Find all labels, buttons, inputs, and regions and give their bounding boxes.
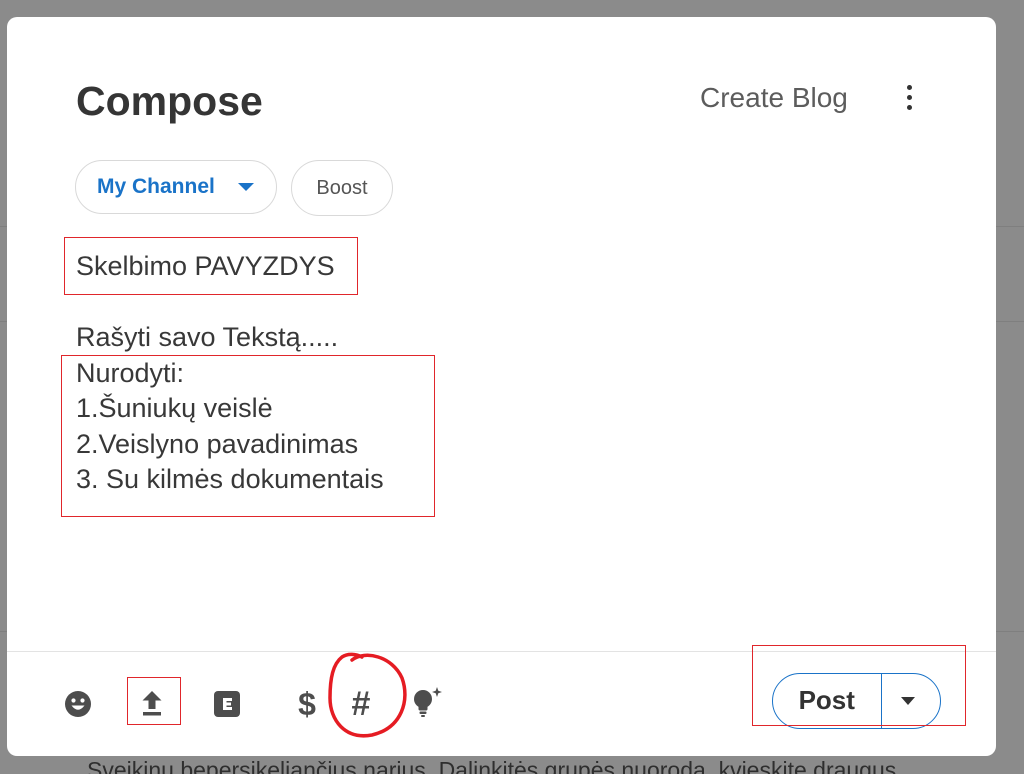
channel-selector-value: My Channel [97,175,215,198]
emoji-button[interactable] [64,690,92,718]
caret-down-icon [238,183,254,191]
more-options-button[interactable] [897,81,921,113]
post-button[interactable]: Post [773,674,881,728]
post-body-line: 3. Su kilmės dokumentais [76,464,384,494]
lightbulb-sparkle-icon [414,687,442,717]
embed-button[interactable] [214,691,240,717]
post-options-button[interactable] [880,674,941,728]
more-vertical-icon-dot [906,104,912,110]
post-body: Rašyti savo Tekstą..... Nurodyti: 1.Šuni… [76,320,384,498]
more-vertical-icon-dot [906,84,912,90]
caret-down-icon [900,697,915,705]
background-post-text: Sveikinu bepersikeliančius narius. Dalin… [87,757,1024,774]
post-heading-text: Skelbimo PAVYZDYS [76,251,335,281]
post-body-line: Rašyti savo Tekstą..... [76,322,339,352]
post-body-line: Nurodyti: [76,357,185,388]
more-vertical-icon [906,84,912,110]
boost-button[interactable]: Boost [291,160,393,216]
embed-e-icon [214,691,240,717]
post-body-line: 1.Šuniukų veislė [76,393,273,423]
upload-icon [142,691,162,716]
post-editor[interactable]: Skelbimo PAVYZDYS Rašyti savo Tekstą....… [76,240,980,640]
dialog-title: Compose [76,78,263,124]
compose-dialog: Compose Create Blog My Channel Boost Ske… [7,17,996,756]
post-body-line: 2.Veislyno pavadinimas [76,428,359,459]
more-vertical-icon-dot [906,94,912,100]
tip-dollar-icon[interactable]: $ [292,686,322,722]
toolbar-divider [7,651,996,652]
background-post-text-line: Sveikinu bepersikeliančius narius. Dalin… [87,757,897,774]
hashtag-icon[interactable]: # [344,685,378,723]
ideas-button[interactable] [410,686,444,720]
create-blog-link[interactable]: Create Blog [700,82,848,114]
post-split-button: Post [772,673,941,729]
upload-button[interactable] [140,689,164,717]
smiley-icon [65,691,91,717]
channel-selector[interactable]: My Channel [75,160,277,214]
